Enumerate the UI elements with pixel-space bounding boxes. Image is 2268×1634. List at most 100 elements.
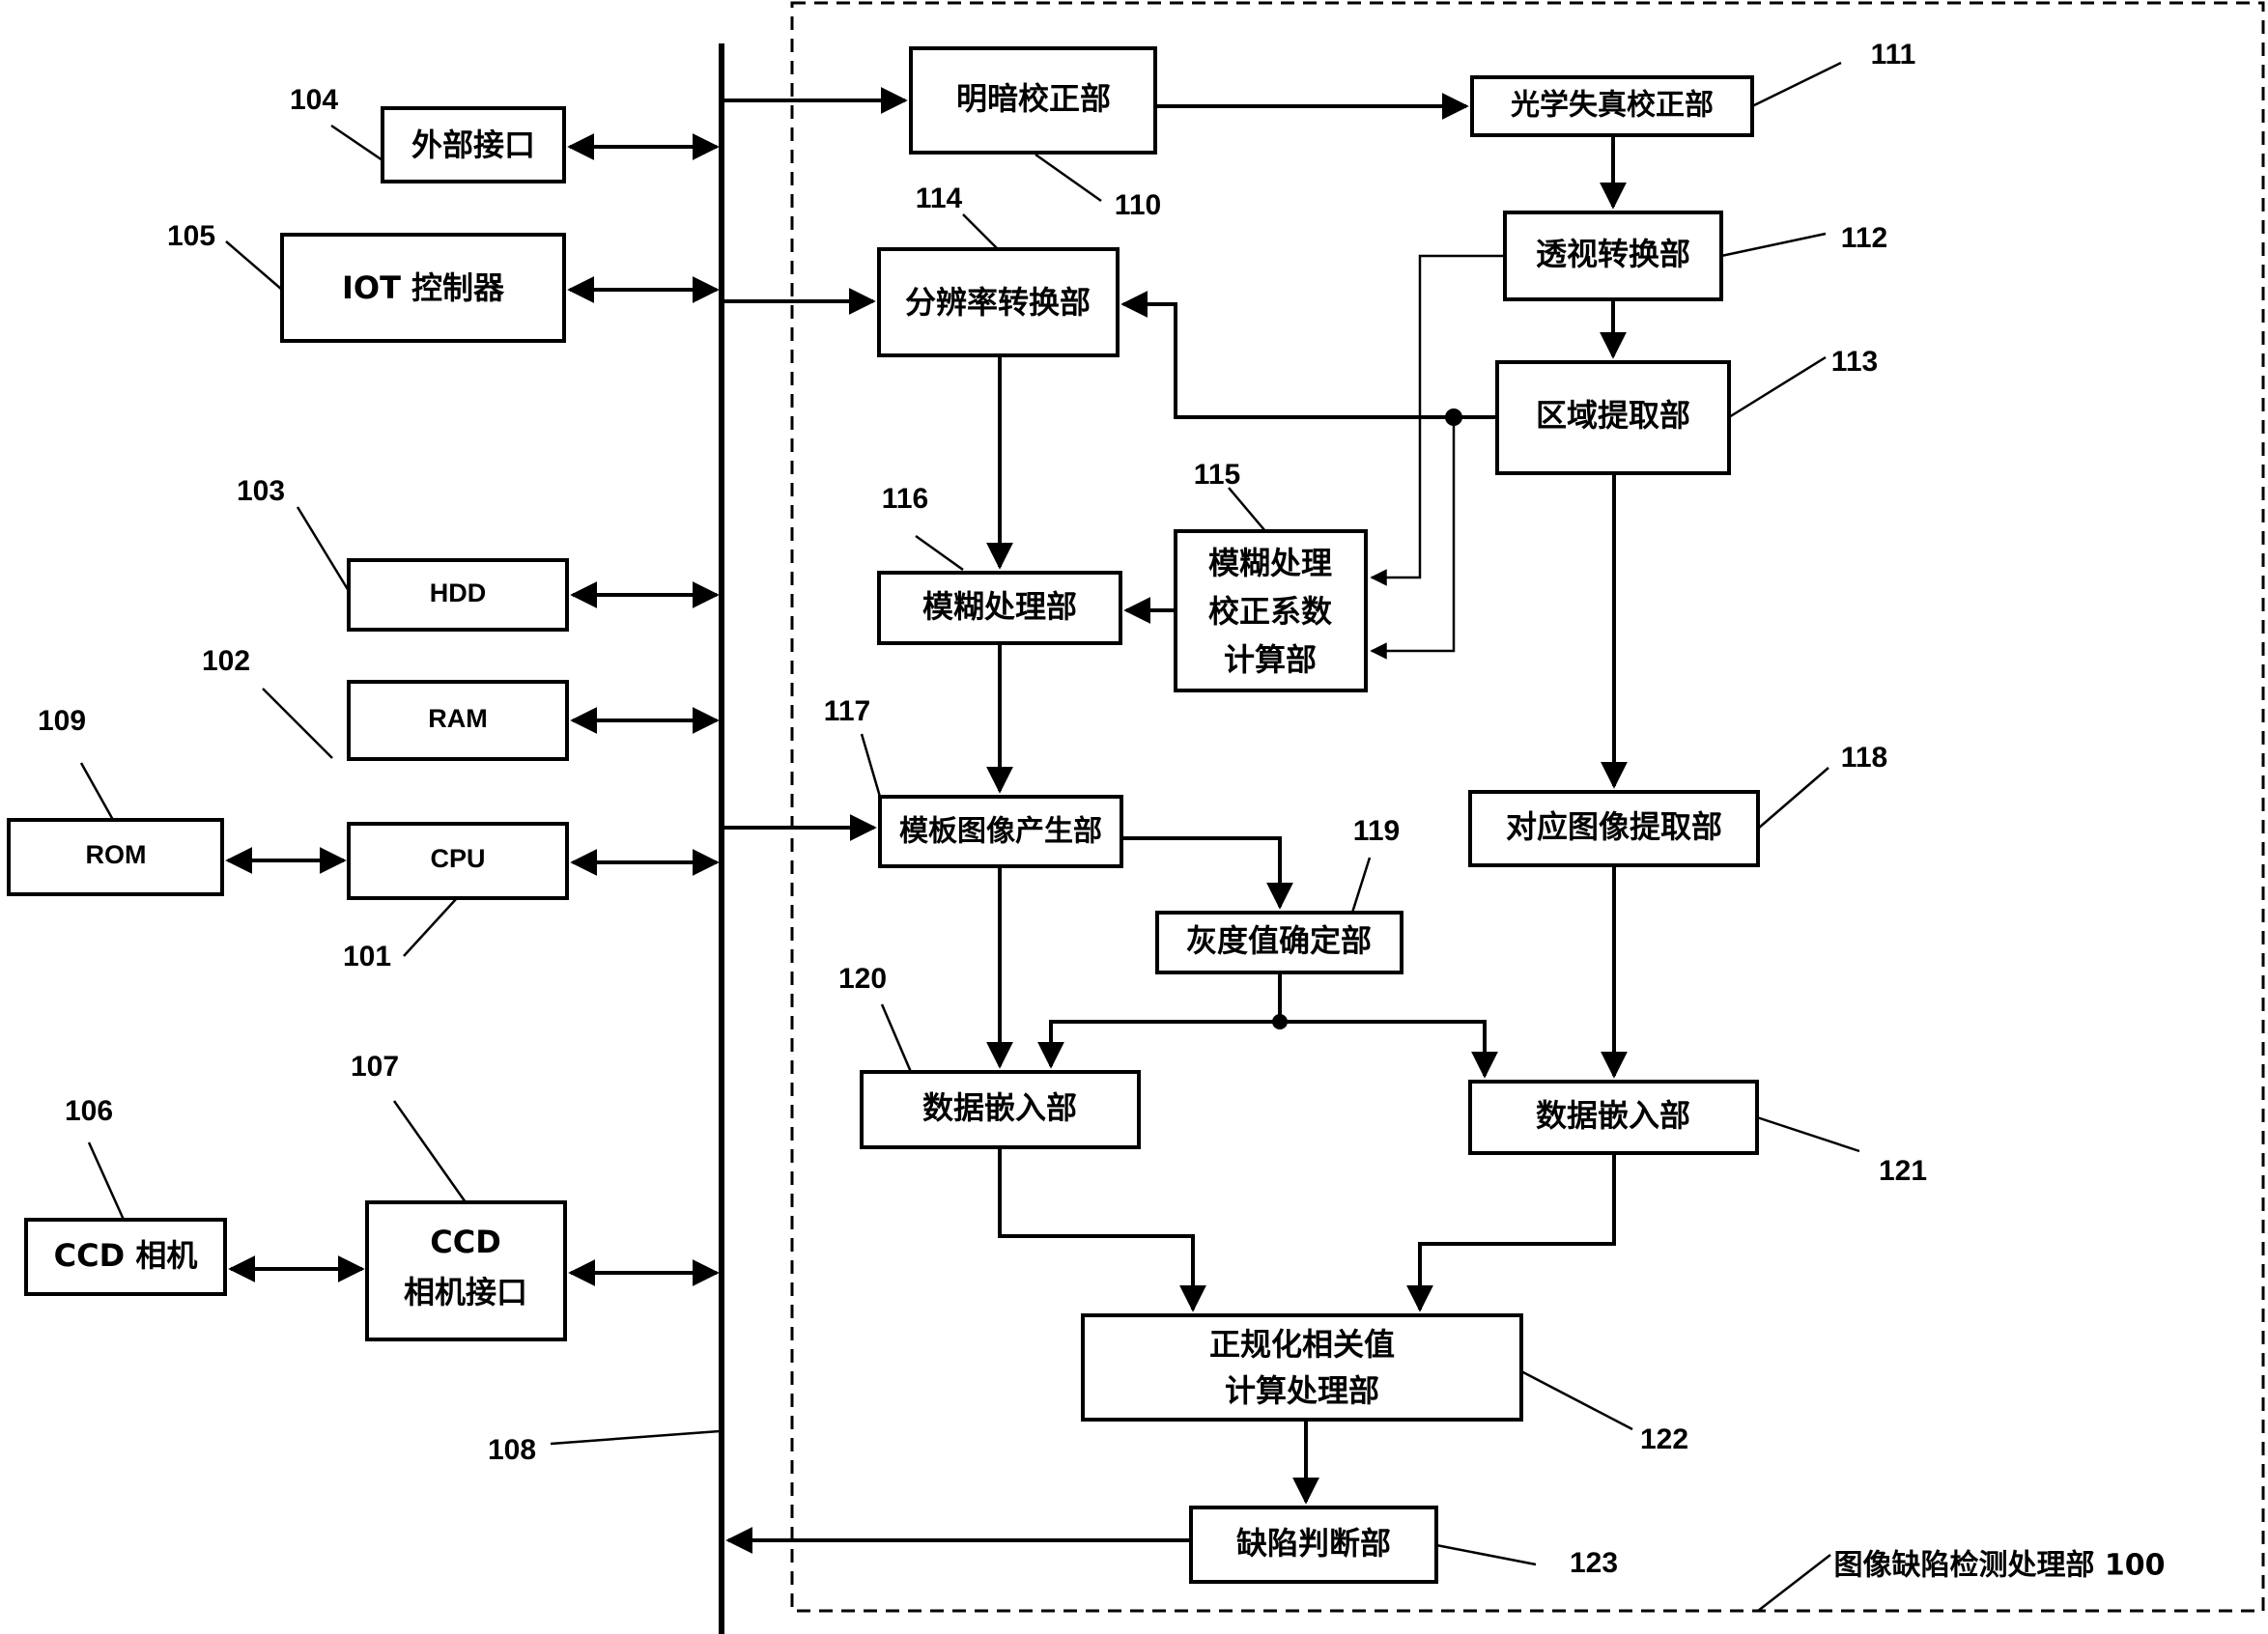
ref-108: 108 xyxy=(488,1434,536,1466)
ref-115: 115 xyxy=(1194,459,1240,491)
block-120-label: 数据嵌入部 xyxy=(922,1089,1077,1126)
leader-122 xyxy=(1520,1369,1633,1431)
ref-122: 122 xyxy=(1640,1423,1688,1455)
block-115-label-line3: 计算部 xyxy=(1224,641,1317,678)
ref-107: 107 xyxy=(351,1051,399,1083)
arrow-119-120 xyxy=(1037,1020,1280,1069)
leader-102 xyxy=(262,688,333,759)
leader-118 xyxy=(1757,767,1829,830)
block-112-perspective-transform: 透视转换部 xyxy=(1503,211,1723,301)
block-121-data-embedding: 数据嵌入部 xyxy=(1468,1080,1759,1155)
ref-118: 118 xyxy=(1841,742,1887,774)
block-122-label-line2: 计算处理部 xyxy=(1225,1372,1379,1409)
leader-117 xyxy=(860,733,882,798)
block-111-optical-distortion-correction: 光学失真校正部 xyxy=(1470,75,1754,137)
block-103-hdd: HDD xyxy=(347,558,569,632)
block-104-external-interface: 外部接口 xyxy=(381,106,566,183)
leader-116 xyxy=(915,534,964,572)
block-115-label-line2: 校正系数 xyxy=(1208,593,1333,630)
leader-123 xyxy=(1435,1543,1537,1566)
frame-label: 图像缺陷检测处理部 100 xyxy=(1833,1549,2165,1583)
block-107-ccd-camera-interface: CCD 相机接口 xyxy=(365,1200,567,1341)
ref-120: 120 xyxy=(838,963,887,995)
ref-106: 106 xyxy=(65,1095,113,1127)
block-113-region-extraction: 区域提取部 xyxy=(1495,360,1731,475)
arrow-113-115 xyxy=(1370,417,1456,660)
block-118-corresponding-image-extraction: 对应图像提取部 xyxy=(1468,790,1760,867)
block-114-resolution-conversion: 分辨率转换部 xyxy=(877,247,1120,357)
block-106-label: CCD 相机 xyxy=(54,1237,198,1274)
block-114-label: 分辨率转换部 xyxy=(905,284,1091,321)
block-101-label: CPU xyxy=(430,844,485,873)
block-110-brightness-correction: 明暗校正部 xyxy=(909,46,1157,155)
leader-120 xyxy=(880,1003,913,1073)
ref-116: 116 xyxy=(882,483,928,515)
block-117-label: 模板图像产生部 xyxy=(899,815,1102,849)
leader-113 xyxy=(1728,355,1827,419)
block-110-label: 明暗校正部 xyxy=(956,80,1111,117)
ref-105: 105 xyxy=(167,220,215,252)
leader-119 xyxy=(1350,857,1372,914)
ref-111: 111 xyxy=(1871,39,1916,70)
arrow-117-119 xyxy=(1121,836,1293,910)
block-122-normalized-correlation-calculation: 正规化相关值 计算处理部 xyxy=(1081,1313,1523,1422)
block-106-ccd-camera: CCD 相机 xyxy=(24,1218,227,1296)
block-118-label: 对应图像提取部 xyxy=(1506,808,1722,845)
leader-107 xyxy=(392,1100,468,1203)
leader-112 xyxy=(1720,232,1827,258)
leader-103 xyxy=(296,506,351,592)
leader-106 xyxy=(87,1141,126,1221)
block-116-blur-processing: 模糊处理部 xyxy=(877,571,1122,645)
block-123-defect-judgment: 缺陷判断部 xyxy=(1189,1506,1438,1584)
leader-115 xyxy=(1228,487,1266,532)
leader-108 xyxy=(550,1429,721,1446)
block-diagram: 图像缺陷检测处理部 100 108 外部接口 104 IOT 控制器 105 H… xyxy=(7,1,2265,1634)
block-102-label: RAM xyxy=(428,704,488,733)
ref-102: 102 xyxy=(202,645,250,677)
leader-111 xyxy=(1751,61,1842,108)
arrow-121-122 xyxy=(1406,1153,1616,1312)
leader-105 xyxy=(225,240,283,291)
leader-110 xyxy=(1035,153,1102,203)
arrow-113-114 xyxy=(1120,291,1497,419)
block-102-ram: RAM xyxy=(347,680,569,761)
block-117-template-image-generation: 模板图像产生部 xyxy=(878,795,1123,868)
leader-104 xyxy=(330,124,383,162)
block-101-cpu: CPU xyxy=(347,822,569,900)
block-116-label: 模糊处理部 xyxy=(922,588,1077,625)
ref-114: 114 xyxy=(916,183,963,214)
block-103-label: HDD xyxy=(430,578,487,607)
leader-114 xyxy=(962,213,999,250)
block-123-label: 缺陷判断部 xyxy=(1236,1525,1391,1562)
block-122-label-line1: 正规化相关值 xyxy=(1209,1326,1395,1363)
block-111-label: 光学失真校正部 xyxy=(1511,89,1714,123)
ref-110: 110 xyxy=(1115,189,1161,221)
ref-109: 109 xyxy=(38,705,86,737)
block-105-iot-controller: IOT 控制器 xyxy=(280,233,566,343)
ref-112: 112 xyxy=(1841,222,1887,254)
block-120-data-embedding: 数据嵌入部 xyxy=(860,1070,1141,1149)
block-112-label: 透视转换部 xyxy=(1536,236,1690,272)
ref-123: 123 xyxy=(1570,1547,1618,1579)
ref-119: 119 xyxy=(1353,815,1400,847)
block-107-label-line2: 相机接口 xyxy=(404,1274,527,1310)
block-119-gray-value-determination: 灰度值确定部 xyxy=(1155,911,1403,974)
block-105-label: IOT 控制器 xyxy=(342,269,505,306)
ref-117: 117 xyxy=(824,695,870,727)
block-121-label: 数据嵌入部 xyxy=(1536,1097,1690,1134)
block-109-rom: ROM xyxy=(7,818,224,896)
leader-101 xyxy=(403,897,458,957)
block-119-label: 灰度值确定部 xyxy=(1186,922,1372,959)
arrow-120-122 xyxy=(998,1147,1206,1312)
block-115-label-line1: 模糊处理 xyxy=(1208,545,1332,581)
ref-104: 104 xyxy=(290,84,338,116)
ref-101: 101 xyxy=(343,941,391,972)
block-113-label: 区域提取部 xyxy=(1536,397,1690,434)
ref-113: 113 xyxy=(1831,346,1878,378)
block-104-label: 外部接口 xyxy=(411,127,535,163)
ref-121: 121 xyxy=(1879,1155,1927,1187)
arrow-119-121 xyxy=(1280,1020,1498,1079)
block-115-blur-correction-coefficient: 模糊处理 校正系数 计算部 xyxy=(1174,529,1368,692)
block-109-label: ROM xyxy=(86,840,147,869)
block-107-label-line1: CCD xyxy=(430,1224,501,1260)
